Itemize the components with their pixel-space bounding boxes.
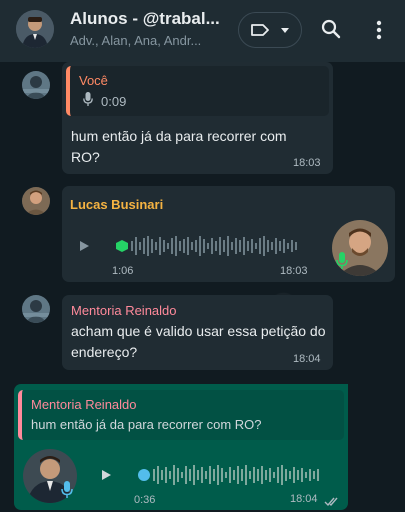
chat-title[interactable]: Alunos - @trabal... (70, 9, 220, 29)
message-sender: Lucas Businari (70, 197, 164, 212)
message-time: 18:04 (290, 493, 318, 505)
outgoing-voice-bubble[interactable]: Mentoria Reinaldo hum então já da para r… (14, 384, 348, 510)
search-icon[interactable] (321, 19, 341, 44)
message-bubble[interactable]: Você 0:09 hum então já da para recorrer … (62, 62, 333, 174)
chat-header[interactable]: Alunos - @trabal... Adv., Alan, Ana, And… (0, 0, 405, 62)
label-icon (250, 22, 270, 43)
quoted-text: hum então já da para recorrer com RO? (31, 417, 262, 432)
quoted-message[interactable]: Você 0:09 (66, 66, 329, 116)
message-time: 18:04 (293, 353, 321, 365)
message-time: 18:03 (293, 157, 321, 169)
caret-down-icon (281, 28, 289, 33)
voice-message-bubble[interactable]: Lucas Businari 1:06 18:03 (62, 186, 395, 282)
quoted-voice-duration: 0:09 (101, 94, 127, 109)
voice-duration: 0:36 (134, 494, 156, 506)
group-avatar[interactable] (16, 10, 54, 48)
voice-duration: 1:06 (112, 265, 134, 277)
mic-icon (336, 252, 348, 275)
message-time: 18:03 (280, 265, 308, 277)
double-check-icon (324, 494, 340, 512)
quoted-sender: Você (79, 73, 108, 88)
play-icon[interactable] (102, 470, 111, 480)
quoted-sender: Mentoria Reinaldo (31, 397, 137, 412)
sender-avatar[interactable] (22, 295, 50, 323)
mic-icon (83, 92, 93, 112)
chat-participants[interactable]: Adv., Alan, Ana, Andr... (70, 33, 220, 48)
more-vert-icon[interactable] (376, 20, 382, 45)
message-sender: Mentoria Reinaldo (71, 303, 177, 318)
message-text: hum então já da para recorrer com RO? (71, 128, 287, 165)
mic-icon (61, 481, 73, 504)
message-text: acham que é valido usar essa petição do … (71, 323, 326, 360)
play-icon[interactable] (80, 241, 89, 251)
voice-waveform[interactable] (136, 460, 336, 490)
sender-avatar[interactable] (22, 71, 50, 99)
voice-waveform[interactable] (114, 231, 314, 261)
quoted-message[interactable]: Mentoria Reinaldo hum então já da para r… (18, 390, 344, 440)
sender-avatar[interactable] (22, 187, 50, 215)
message-bubble[interactable]: Mentoria Reinaldo acham que é valido usa… (62, 295, 333, 370)
label-dropdown-button[interactable] (238, 12, 302, 48)
